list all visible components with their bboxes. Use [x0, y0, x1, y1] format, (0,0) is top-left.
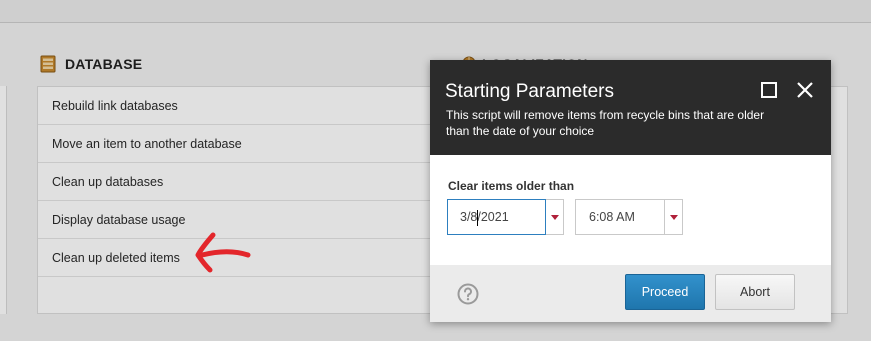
chevron-down-icon	[551, 215, 559, 220]
time-dropdown-button[interactable]	[665, 199, 683, 235]
maximize-icon[interactable]	[761, 82, 777, 98]
close-icon[interactable]	[796, 81, 814, 99]
starting-parameters-dialog: Starting Parameters This script will rem…	[430, 60, 831, 322]
time-value: 6:08 AM	[589, 210, 635, 224]
date-input[interactable]: 3/8/2021	[447, 199, 546, 235]
time-input[interactable]: 6:08 AM	[575, 199, 665, 235]
dialog-description: This script will remove items from recyc…	[446, 108, 765, 138]
chevron-down-icon	[670, 215, 678, 220]
help-icon[interactable]	[457, 283, 479, 305]
proceed-button[interactable]: Proceed	[625, 274, 705, 310]
red-arrow-icon	[195, 232, 251, 273]
date-dropdown-button[interactable]	[546, 199, 564, 235]
clear-items-label: Clear items older than	[448, 179, 575, 193]
date-value: 3/8/2021	[460, 210, 509, 224]
abort-button[interactable]: Abort	[715, 274, 795, 310]
dialog-footer: Proceed Abort	[430, 265, 831, 322]
dialog-body: Clear items older than 3/8/2021 6:08 AM	[430, 155, 831, 265]
dialog-header: Starting Parameters This script will rem…	[430, 60, 831, 155]
text-cursor	[477, 210, 478, 226]
dialog-title: Starting Parameters	[445, 81, 614, 102]
